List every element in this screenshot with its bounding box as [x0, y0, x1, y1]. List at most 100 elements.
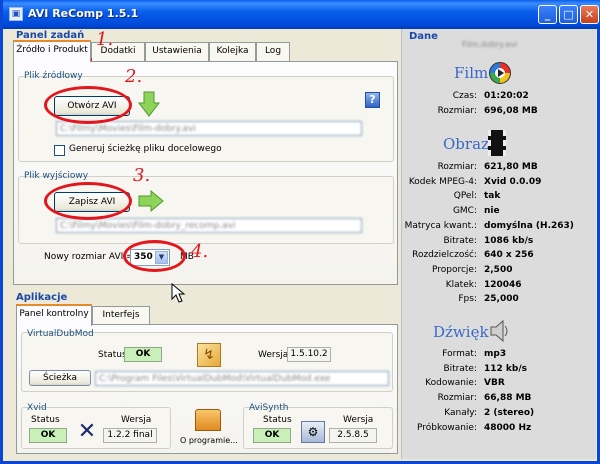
window-title: AVI ReComp 1.5.1 [28, 7, 139, 20]
avisynth-icon: ⚙ [301, 421, 325, 443]
film-strip-icon [488, 130, 506, 156]
tab-source-product[interactable]: Źródło i Produkt [13, 40, 91, 62]
video-value: 1086 kb/s [484, 235, 534, 246]
data-panel: Dane Film.dobry.avi Film Czas: 01:20:02 Ro… [401, 29, 596, 459]
video-row: Rozdzielczość: 640 x 256 [402, 250, 597, 265]
video-value: 2,500 [484, 264, 513, 275]
video-key: GMC: [452, 206, 477, 217]
video-value: 621,80 MB [484, 162, 538, 172]
video-key: Bitrate: [443, 235, 477, 246]
apps-panel: VirtualDubMod Status OK ↯ Wersja 1.5.10.… [16, 324, 398, 454]
video-row: Fps: 25,000 [402, 294, 597, 309]
tab-control-panel[interactable]: Panel kontrolny [16, 304, 92, 326]
audio-heading: Dźwięk [433, 323, 489, 341]
help-icon[interactable]: ? [365, 92, 380, 108]
xvid-label: Xvid [27, 403, 47, 413]
down-arrow-icon [138, 91, 160, 117]
audio-value: 112 kb/s [484, 363, 527, 374]
close-button[interactable]: ✕ [580, 5, 599, 24]
video-key: Rozmiar: [437, 162, 477, 172]
path-button[interactable]: Ścieżka [29, 370, 91, 386]
film-key: Rozmiar: [437, 105, 477, 116]
data-title: Dane [409, 31, 438, 42]
film-heading: Film [454, 64, 489, 82]
generate-path-label: Generuj ścieżkę pliku docelowego [69, 144, 222, 154]
speaker-icon [490, 319, 508, 343]
video-row: Matryca kwant.: domyślna (H.263) [402, 221, 597, 236]
audio-row: Kodowanie: VBR [402, 378, 597, 393]
vdm-version-label: Wersja [258, 350, 289, 360]
annotation-ellipse-save [44, 182, 132, 220]
source-path-field[interactable]: C:\Filmy\Movies\Film-dobry.avi [56, 121, 362, 136]
audio-value: 48000 Hz [484, 422, 532, 433]
video-row: QPel: tak [402, 191, 597, 206]
vdm-status-badge: OK [124, 347, 162, 362]
tab-interface[interactable]: Interfejs [92, 306, 150, 325]
tab-settings[interactable]: Ustawienia [145, 42, 209, 61]
title-bar[interactable]: ▣ AVI ReComp 1.5.1 _ □ ✕ [3, 0, 600, 29]
xvid-status-label: Status [31, 415, 60, 425]
audio-row: Bitrate: 112 kb/s [402, 364, 597, 379]
film-key: Czas: [452, 91, 477, 101]
video-key: Matryca kwant.: [404, 220, 477, 231]
apps-title: Aplikacje [16, 292, 68, 303]
annotation-2: 2. [125, 66, 143, 87]
audio-value: 66,88 MB [484, 393, 532, 404]
avisynth-status-badge: OK [253, 428, 291, 443]
xvid-version-value: 1.2.2 final [103, 428, 157, 443]
video-key: QPel: [453, 191, 477, 202]
video-row: GMC: nie [402, 206, 597, 221]
audio-key: Bitrate: [443, 363, 477, 374]
video-key: Klatek: [445, 279, 477, 290]
avisynth-version-value: 2.5.8.5 [329, 428, 377, 443]
audio-key: Rozmiar: [437, 393, 477, 404]
audio-key: Próbkowanie: [416, 422, 477, 433]
tab-log[interactable]: Log [256, 42, 290, 61]
video-heading: Obraz [443, 135, 489, 153]
film-row: Czas: 01:20:02 [402, 91, 597, 106]
output-group-label: Plik wyjściowy [24, 171, 89, 181]
film-play-icon [489, 62, 511, 84]
output-path-field[interactable]: C:\Filmy\Movies\Film-dobry_recomp.avi [56, 218, 362, 233]
video-value: 640 x 256 [484, 250, 534, 261]
video-key: Rozdzielczość: [412, 250, 477, 261]
generate-path-checkbox[interactable] [54, 145, 65, 156]
annotation-4: 4. [191, 241, 209, 262]
right-arrow-icon [138, 190, 164, 212]
about-label[interactable]: O programie... [180, 436, 238, 445]
video-value: domyślna (H.263) [484, 220, 574, 231]
audio-value: VBR [484, 378, 505, 389]
annotation-3: 3. [133, 165, 151, 186]
audio-key: Kodowanie: [425, 378, 477, 389]
minimize-button[interactable]: _ [538, 5, 557, 24]
vdm-status-label: Status [98, 350, 127, 360]
avisynth-status-label: Status [263, 415, 292, 425]
audio-value: 2 (stereo) [484, 407, 535, 418]
new-size-label: Nowy rozmiar AVI = [44, 252, 134, 262]
audio-row: Rozmiar: 66,88 MB [402, 393, 597, 408]
video-key: Fps: [458, 294, 477, 305]
avisynth-version-label: Wersja [343, 415, 374, 425]
video-row: Kodek MPEG-4: Xvid 0.0.09 [402, 177, 597, 192]
audio-value: mp3 [484, 349, 507, 359]
video-value: 25,000 [484, 294, 519, 305]
annotation-ellipse-size [123, 240, 186, 272]
xvid-icon: ✕ [77, 419, 97, 444]
source-group-label: Plik źródłowy [24, 71, 83, 81]
data-filename: Film.dobry.avi [462, 40, 518, 49]
annotation-1: 1. [96, 29, 114, 50]
app-icon: ▣ [9, 7, 23, 21]
video-row: Proporcje: 2,500 [402, 265, 597, 280]
xvid-status-badge: OK [29, 428, 67, 443]
video-value: Xvid 0.0.09 [484, 176, 542, 187]
maximize-button[interactable]: □ [559, 5, 578, 24]
tab-queue[interactable]: Kolejka [209, 42, 256, 61]
xvid-version-label: Wersja [121, 415, 152, 425]
video-key: Kodek MPEG-4: [408, 176, 477, 187]
vdm-path-field[interactable]: C:\Program Files\VirtualDubMod\VirtualDu… [95, 371, 389, 386]
film-value: 696,08 MB [484, 105, 538, 116]
video-key: Proporcje: [431, 264, 477, 275]
about-home-icon[interactable] [195, 409, 221, 431]
audio-key: Kanały: [444, 407, 477, 418]
vdm-version-value: 1.5.10.2 [287, 347, 331, 362]
